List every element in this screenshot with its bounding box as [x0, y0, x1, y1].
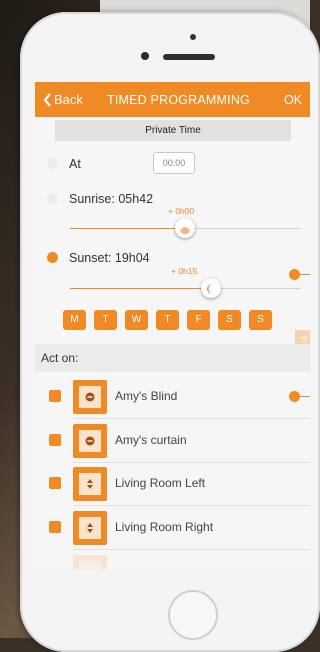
sensor-dot [190, 34, 196, 40]
app-screen: Back TIMED PROGRAMMING OK Private Time A… [35, 82, 310, 569]
weekday-selector: M T W T F S S [63, 310, 272, 330]
blind-updown-icon [73, 467, 107, 501]
sunset-radio[interactable] [47, 252, 58, 263]
device-row[interactable]: Amy's Blind [35, 375, 310, 419]
private-time-header: Private Time [55, 120, 291, 141]
front-camera [141, 52, 149, 60]
device-name: Amy's Blind [115, 389, 178, 403]
back-label: Back [54, 92, 83, 107]
day-tuesday[interactable]: T [94, 310, 117, 330]
device-row[interactable]: Amy's curtain [35, 419, 310, 463]
sunrise-offset: + 0h00 [168, 206, 195, 216]
device-row[interactable]: Living Room Right [35, 506, 310, 550]
blind-stop-icon [73, 380, 107, 414]
back-button[interactable]: Back [43, 92, 83, 107]
device-checkbox[interactable] [49, 390, 61, 402]
sunrise-slider-thumb[interactable] [175, 218, 195, 238]
device-row[interactable]: Living Room Left [35, 462, 310, 506]
chevron-left-icon [43, 92, 51, 107]
blind-stop-icon [73, 424, 107, 458]
at-label: At [69, 157, 81, 171]
day-friday[interactable]: F [187, 310, 210, 330]
day-saturday[interactable]: S [218, 310, 241, 330]
day-thursday[interactable]: T [156, 310, 179, 330]
sunrise-icon [179, 222, 191, 234]
sunset-label: Sunset: 19h04 [69, 251, 150, 265]
at-radio[interactable] [47, 158, 58, 169]
act-on-label: Act on: [41, 351, 79, 365]
blind-updown-icon [73, 511, 107, 545]
blind-icon [73, 555, 107, 569]
day-wednesday[interactable]: W [125, 310, 148, 330]
day-sunday[interactable]: S [249, 310, 272, 330]
ok-button[interactable]: OK [284, 93, 302, 107]
device-checkbox[interactable] [49, 434, 61, 446]
device-row[interactable] [35, 550, 310, 569]
device-checkbox[interactable] [49, 477, 61, 489]
home-button[interactable] [168, 590, 218, 640]
sunset-slider-track [70, 288, 300, 289]
sunset-slider-thumb[interactable] [201, 278, 221, 298]
sunset-toggle-line [299, 274, 310, 275]
device-checkbox[interactable] [49, 521, 61, 533]
day-monday[interactable]: M [63, 310, 86, 330]
sunrise-label: Sunrise: 05h42 [69, 192, 154, 206]
device-name: Amy's curtain [115, 433, 187, 447]
act-on-section: Act on: [35, 344, 310, 372]
nav-bar: Back TIMED PROGRAMMING OK [35, 82, 310, 117]
device-name: Living Room Left [115, 476, 206, 490]
device-toggle-line [299, 396, 310, 397]
sunset-offset: + 0h15 [171, 266, 198, 276]
sunrise-radio[interactable] [47, 193, 58, 204]
moon-icon [205, 282, 217, 294]
page-title: TIMED PROGRAMMING [107, 93, 250, 107]
device-name: Living Room Right [115, 520, 214, 534]
at-time-input[interactable]: 00:00 [153, 152, 195, 174]
earpiece-speaker [163, 54, 215, 60]
